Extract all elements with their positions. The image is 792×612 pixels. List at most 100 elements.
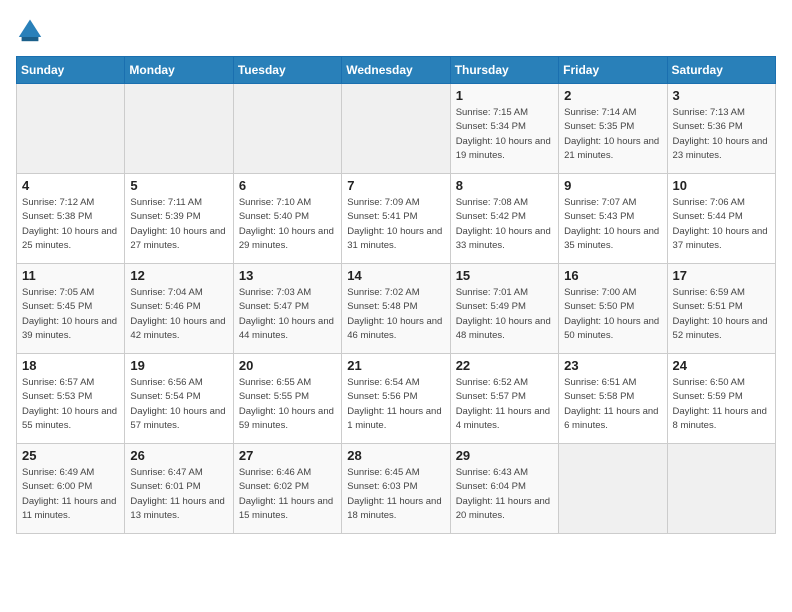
day-info: Sunrise: 7:09 AMSunset: 5:41 PMDaylight:… [347,196,444,253]
calendar-cell: 5 Sunrise: 7:11 AMSunset: 5:39 PMDaylight… [125,174,233,264]
day-info: Sunrise: 7:12 AMSunset: 5:38 PMDaylight:… [22,196,119,253]
day-info: Sunrise: 7:13 AMSunset: 5:36 PMDaylight:… [673,106,770,163]
calendar-cell: 24 Sunrise: 6:50 AMSunset: 5:59 PMDayligh… [667,354,775,444]
day-info: Sunrise: 7:08 AMSunset: 5:42 PMDaylight:… [456,196,553,253]
day-number: 6 [239,178,336,193]
calendar-cell: 4 Sunrise: 7:12 AMSunset: 5:38 PMDaylight… [17,174,125,264]
day-number: 19 [130,358,227,373]
day-number: 1 [456,88,553,103]
day-info: Sunrise: 6:50 AMSunset: 5:59 PMDaylight:… [673,376,770,433]
day-number: 23 [564,358,661,373]
day-number: 14 [347,268,444,283]
day-info: Sunrise: 7:14 AMSunset: 5:35 PMDaylight:… [564,106,661,163]
day-number: 29 [456,448,553,463]
day-header-tuesday: Tuesday [233,57,341,84]
day-info: Sunrise: 6:57 AMSunset: 5:53 PMDaylight:… [22,376,119,433]
day-number: 16 [564,268,661,283]
day-header-sunday: Sunday [17,57,125,84]
day-number: 21 [347,358,444,373]
calendar-cell: 8 Sunrise: 7:08 AMSunset: 5:42 PMDaylight… [450,174,558,264]
calendar-cell: 20 Sunrise: 6:55 AMSunset: 5:55 PMDayligh… [233,354,341,444]
day-info: Sunrise: 7:10 AMSunset: 5:40 PMDaylight:… [239,196,336,253]
week-row-3: 11 Sunrise: 7:05 AMSunset: 5:45 PMDayligh… [17,264,776,354]
page-header [16,16,776,44]
day-header-thursday: Thursday [450,57,558,84]
day-info: Sunrise: 7:00 AMSunset: 5:50 PMDaylight:… [564,286,661,343]
day-number: 8 [456,178,553,193]
day-header-saturday: Saturday [667,57,775,84]
day-info: Sunrise: 6:45 AMSunset: 6:03 PMDaylight:… [347,466,444,523]
calendar-cell: 9 Sunrise: 7:07 AMSunset: 5:43 PMDaylight… [559,174,667,264]
day-info: Sunrise: 7:04 AMSunset: 5:46 PMDaylight:… [130,286,227,343]
day-number: 15 [456,268,553,283]
calendar-cell: 19 Sunrise: 6:56 AMSunset: 5:54 PMDayligh… [125,354,233,444]
day-info: Sunrise: 7:03 AMSunset: 5:47 PMDaylight:… [239,286,336,343]
calendar-cell: 15 Sunrise: 7:01 AMSunset: 5:49 PMDayligh… [450,264,558,354]
day-number: 11 [22,268,119,283]
day-number: 12 [130,268,227,283]
day-header-friday: Friday [559,57,667,84]
calendar-cell [233,84,341,174]
calendar-cell: 10 Sunrise: 7:06 AMSunset: 5:44 PMDayligh… [667,174,775,264]
day-info: Sunrise: 7:02 AMSunset: 5:48 PMDaylight:… [347,286,444,343]
day-number: 3 [673,88,770,103]
day-number: 22 [456,358,553,373]
day-number: 26 [130,448,227,463]
calendar-cell: 3 Sunrise: 7:13 AMSunset: 5:36 PMDaylight… [667,84,775,174]
calendar-cell: 26 Sunrise: 6:47 AMSunset: 6:01 PMDayligh… [125,444,233,534]
week-row-4: 18 Sunrise: 6:57 AMSunset: 5:53 PMDayligh… [17,354,776,444]
day-info: Sunrise: 6:47 AMSunset: 6:01 PMDaylight:… [130,466,227,523]
day-number: 28 [347,448,444,463]
day-info: Sunrise: 6:43 AMSunset: 6:04 PMDaylight:… [456,466,553,523]
day-number: 9 [564,178,661,193]
day-number: 20 [239,358,336,373]
day-info: Sunrise: 6:51 AMSunset: 5:58 PMDaylight:… [564,376,661,433]
calendar-cell: 17 Sunrise: 6:59 AMSunset: 5:51 PMDayligh… [667,264,775,354]
week-row-2: 4 Sunrise: 7:12 AMSunset: 5:38 PMDaylight… [17,174,776,264]
calendar-cell: 21 Sunrise: 6:54 AMSunset: 5:56 PMDayligh… [342,354,450,444]
day-info: Sunrise: 6:49 AMSunset: 6:00 PMDaylight:… [22,466,119,523]
calendar-table: SundayMondayTuesdayWednesdayThursdayFrid… [16,56,776,534]
logo-icon [16,16,44,44]
calendar-cell: 29 Sunrise: 6:43 AMSunset: 6:04 PMDayligh… [450,444,558,534]
day-number: 27 [239,448,336,463]
day-header-monday: Monday [125,57,233,84]
day-number: 18 [22,358,119,373]
day-info: Sunrise: 6:59 AMSunset: 5:51 PMDaylight:… [673,286,770,343]
day-number: 5 [130,178,227,193]
day-number: 7 [347,178,444,193]
day-info: Sunrise: 7:15 AMSunset: 5:34 PMDaylight:… [456,106,553,163]
calendar-cell: 23 Sunrise: 6:51 AMSunset: 5:58 PMDayligh… [559,354,667,444]
calendar-cell: 14 Sunrise: 7:02 AMSunset: 5:48 PMDayligh… [342,264,450,354]
calendar-cell [667,444,775,534]
day-info: Sunrise: 6:54 AMSunset: 5:56 PMDaylight:… [347,376,444,433]
calendar-cell: 1 Sunrise: 7:15 AMSunset: 5:34 PMDaylight… [450,84,558,174]
calendar-cell [342,84,450,174]
day-info: Sunrise: 7:11 AMSunset: 5:39 PMDaylight:… [130,196,227,253]
calendar-cell: 11 Sunrise: 7:05 AMSunset: 5:45 PMDayligh… [17,264,125,354]
day-info: Sunrise: 7:06 AMSunset: 5:44 PMDaylight:… [673,196,770,253]
calendar-cell [559,444,667,534]
day-number: 2 [564,88,661,103]
day-number: 4 [22,178,119,193]
calendar-cell: 6 Sunrise: 7:10 AMSunset: 5:40 PMDaylight… [233,174,341,264]
calendar-cell: 16 Sunrise: 7:00 AMSunset: 5:50 PMDayligh… [559,264,667,354]
calendar-cell: 25 Sunrise: 6:49 AMSunset: 6:00 PMDayligh… [17,444,125,534]
day-number: 25 [22,448,119,463]
calendar-cell [17,84,125,174]
day-number: 10 [673,178,770,193]
day-header-wednesday: Wednesday [342,57,450,84]
day-number: 17 [673,268,770,283]
calendar-cell [125,84,233,174]
day-info: Sunrise: 7:05 AMSunset: 5:45 PMDaylight:… [22,286,119,343]
day-info: Sunrise: 6:56 AMSunset: 5:54 PMDaylight:… [130,376,227,433]
day-info: Sunrise: 6:55 AMSunset: 5:55 PMDaylight:… [239,376,336,433]
day-info: Sunrise: 7:01 AMSunset: 5:49 PMDaylight:… [456,286,553,343]
week-row-1: 1 Sunrise: 7:15 AMSunset: 5:34 PMDaylight… [17,84,776,174]
calendar-cell: 27Sunrise: 6:46 AMSunset: 6:02 PMDayligh… [233,444,341,534]
day-number: 24 [673,358,770,373]
day-info: Sunrise: 6:52 AMSunset: 5:57 PMDaylight:… [456,376,553,433]
day-info: Sunrise: 7:07 AMSunset: 5:43 PMDaylight:… [564,196,661,253]
calendar-cell: 12 Sunrise: 7:04 AMSunset: 5:46 PMDayligh… [125,264,233,354]
calendar-cell: 22 Sunrise: 6:52 AMSunset: 5:57 PMDayligh… [450,354,558,444]
